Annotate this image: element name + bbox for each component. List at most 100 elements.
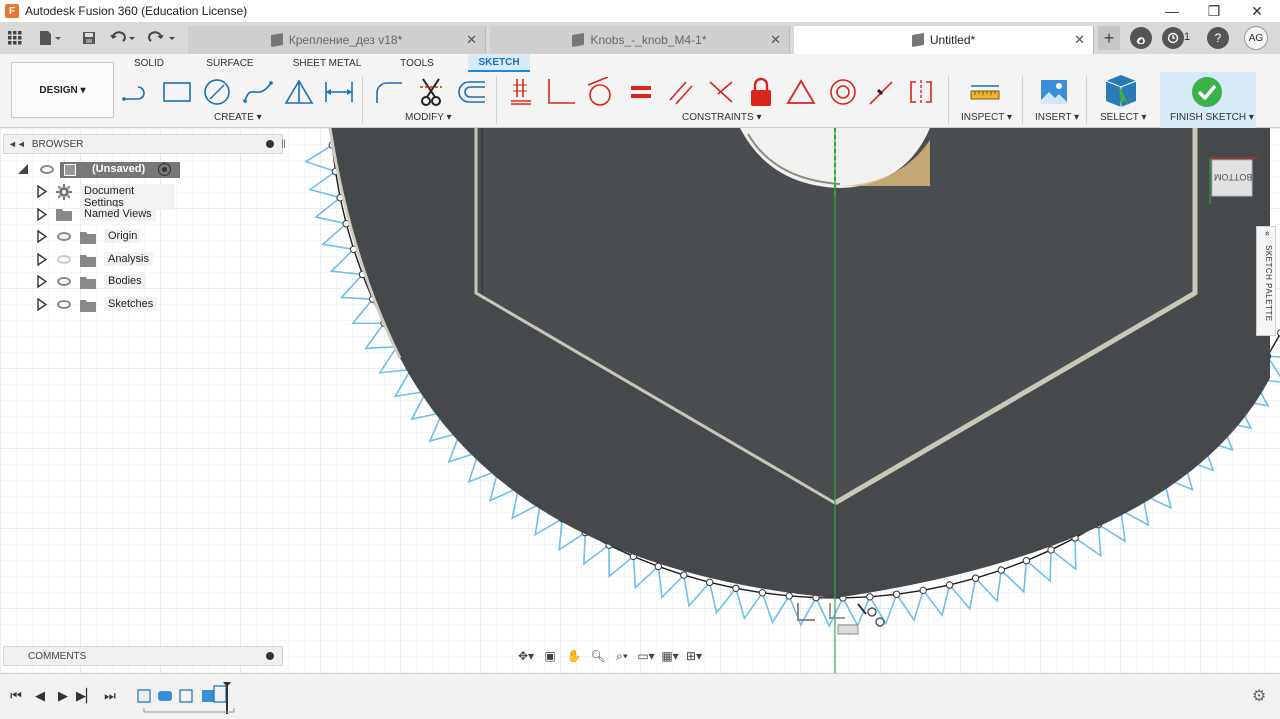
concentric-constraint-icon[interactable] — [826, 76, 860, 108]
insert-group-label[interactable]: INSERT ▾ — [1035, 112, 1079, 123]
timeline-features[interactable] — [136, 682, 246, 716]
hidden-eye-icon[interactable] — [57, 254, 71, 264]
browser-root-node[interactable]: (Unsaved) — [14, 160, 184, 180]
trim-scissors-icon[interactable] — [414, 76, 448, 108]
sketch-point[interactable] — [1022, 556, 1031, 565]
expand-triangle-icon[interactable] — [37, 184, 48, 201]
step-back-icon[interactable]: ◀ — [32, 688, 48, 704]
sketch-point[interactable] — [945, 581, 954, 589]
user-avatar[interactable]: AG — [1244, 26, 1268, 50]
fix-lock-icon[interactable] — [744, 76, 778, 108]
browser-options-icon[interactable] — [266, 140, 274, 148]
job-status-icon[interactable] — [1162, 27, 1184, 49]
rectangle-tool-icon[interactable] — [160, 76, 194, 108]
browser-resize-handle[interactable]: ‖ — [281, 137, 286, 151]
go-to-end-icon[interactable]: ⏭ — [102, 688, 118, 704]
browser-item-origin[interactable]: Origin — [34, 227, 174, 247]
document-tab-knobs[interactable]: Knobs_-_knob_M4-1* ✕ — [490, 26, 790, 54]
fillet-tool-icon[interactable] — [372, 76, 406, 108]
pan-hand-icon[interactable]: ✋ — [565, 647, 583, 665]
collinear-constraint-icon[interactable] — [864, 76, 898, 108]
help-icon[interactable]: ? — [1207, 27, 1229, 49]
play-icon[interactable]: ▶ — [55, 688, 71, 704]
finish-sketch-button[interactable]: FINISH SKETCH ▾ — [1160, 72, 1256, 128]
dimension-tool-icon[interactable] — [322, 76, 356, 108]
expand-triangle-icon[interactable] — [37, 207, 48, 224]
parallel-constraint-icon[interactable] — [664, 76, 698, 108]
sketch-point[interactable] — [919, 586, 927, 595]
timeline-settings-gear-icon[interactable]: ⚙ — [1251, 688, 1267, 705]
sketch-point[interactable] — [997, 566, 1005, 574]
midpoint-constraint-icon[interactable] — [784, 76, 818, 108]
tab-sheet-metal[interactable]: SHEET METAL — [286, 54, 368, 72]
workspace-switcher-button[interactable]: DESIGN ▾ — [11, 62, 114, 118]
collapse-triangle-icon[interactable] — [17, 163, 29, 175]
tab-close-icon[interactable]: ✕ — [770, 32, 781, 48]
select-group-label[interactable]: SELECT ▾ — [1100, 112, 1147, 123]
spline-tool-icon[interactable] — [241, 76, 275, 108]
browser-item-document-settings[interactable]: Document Settings — [34, 182, 174, 210]
line-tool-icon[interactable] — [120, 76, 154, 108]
coincident-constraint-icon[interactable] — [504, 76, 538, 108]
visibility-eye-icon[interactable] — [57, 232, 71, 241]
tangent-constraint-icon[interactable] — [583, 76, 617, 108]
tab-close-icon[interactable]: ✕ — [466, 32, 477, 48]
extensions-icon[interactable] — [1130, 27, 1152, 49]
circle-tool-icon[interactable] — [200, 76, 234, 108]
offset-tool-icon[interactable] — [454, 76, 488, 108]
visibility-eye-icon[interactable] — [57, 277, 71, 286]
viewport-canvas[interactable]: BOTTOM « SKETCH PALETTE — [0, 128, 1280, 673]
create-group-label[interactable]: CREATE ▾ — [214, 112, 262, 123]
sketch-point[interactable] — [866, 593, 874, 601]
browser-item-named-views[interactable]: Named Views — [34, 205, 174, 225]
browser-item-sketches[interactable]: Sketches — [34, 295, 174, 315]
add-comment-icon[interactable] — [266, 652, 274, 660]
sketch-palette-tab[interactable]: « SKETCH PALETTE — [1256, 226, 1276, 336]
undo-icon[interactable] — [108, 28, 140, 48]
sketch-point[interactable] — [892, 590, 901, 598]
orbit-icon[interactable]: ✥▾ — [517, 647, 535, 665]
symmetry-constraint-icon[interactable] — [904, 76, 938, 108]
sketch-point[interactable] — [705, 578, 714, 587]
document-tab-untitled[interactable]: Untitled* ✕ — [794, 26, 1094, 54]
browser-collapse-icon[interactable]: ◄◄ — [8, 139, 26, 149]
viewports-icon[interactable]: ⊞▾ — [685, 647, 703, 665]
grid-settings-icon[interactable]: ▦▾ — [661, 647, 679, 665]
measure-ruler-icon[interactable] — [968, 76, 1002, 108]
expand-triangle-icon[interactable] — [37, 252, 48, 269]
sketch-point[interactable] — [732, 584, 740, 592]
expand-triangle-icon[interactable] — [37, 229, 48, 246]
visibility-eye-icon[interactable] — [57, 299, 71, 309]
equal-constraint-icon[interactable] — [624, 76, 658, 108]
select-cursor-icon[interactable] — [1102, 72, 1140, 110]
document-tab-kreplenie[interactable]: Крепление_дез v18* ✕ — [188, 26, 486, 54]
file-menu-icon[interactable] — [36, 28, 64, 48]
inspect-group-label[interactable]: INSPECT ▾ — [961, 112, 1012, 123]
tab-close-icon[interactable]: ✕ — [1074, 32, 1085, 48]
look-at-icon[interactable]: ▣ — [541, 647, 559, 665]
expand-triangle-icon[interactable] — [37, 274, 48, 291]
new-tab-plus-icon[interactable]: + — [1098, 26, 1120, 50]
constraints-group-label[interactable]: CONSTRAINTS ▾ — [682, 112, 761, 123]
sketch-point[interactable] — [785, 592, 793, 600]
save-icon[interactable] — [80, 28, 98, 48]
perpendicular-cross-icon[interactable] — [704, 76, 738, 108]
sketch-point[interactable] — [971, 574, 980, 582]
close-window-button[interactable]: ✕ — [1237, 0, 1277, 22]
minimize-button[interactable]: — — [1152, 0, 1192, 22]
perpendicular-constraint-icon[interactable] — [544, 76, 578, 108]
expand-triangle-icon[interactable] — [37, 297, 48, 314]
fit-icon[interactable]: ⌕▾ — [613, 647, 631, 665]
display-settings-icon[interactable]: ▭▾ — [637, 647, 655, 665]
go-to-start-icon[interactable]: ⏮ — [8, 688, 24, 704]
browser-item-bodies[interactable]: Bodies — [34, 272, 174, 292]
insert-image-icon[interactable] — [1037, 76, 1071, 108]
sketch-viewport[interactable] — [0, 128, 1280, 673]
comments-panel[interactable]: COMMENTS — [3, 646, 283, 666]
sketch-point[interactable] — [758, 589, 767, 597]
zoom-icon[interactable]: 🔍︎ — [589, 647, 607, 665]
browser-item-analysis[interactable]: Analysis — [34, 250, 174, 270]
tab-surface[interactable]: SURFACE — [200, 54, 260, 72]
tab-tools[interactable]: TOOLS — [392, 54, 442, 72]
sketch-point[interactable] — [680, 571, 688, 579]
